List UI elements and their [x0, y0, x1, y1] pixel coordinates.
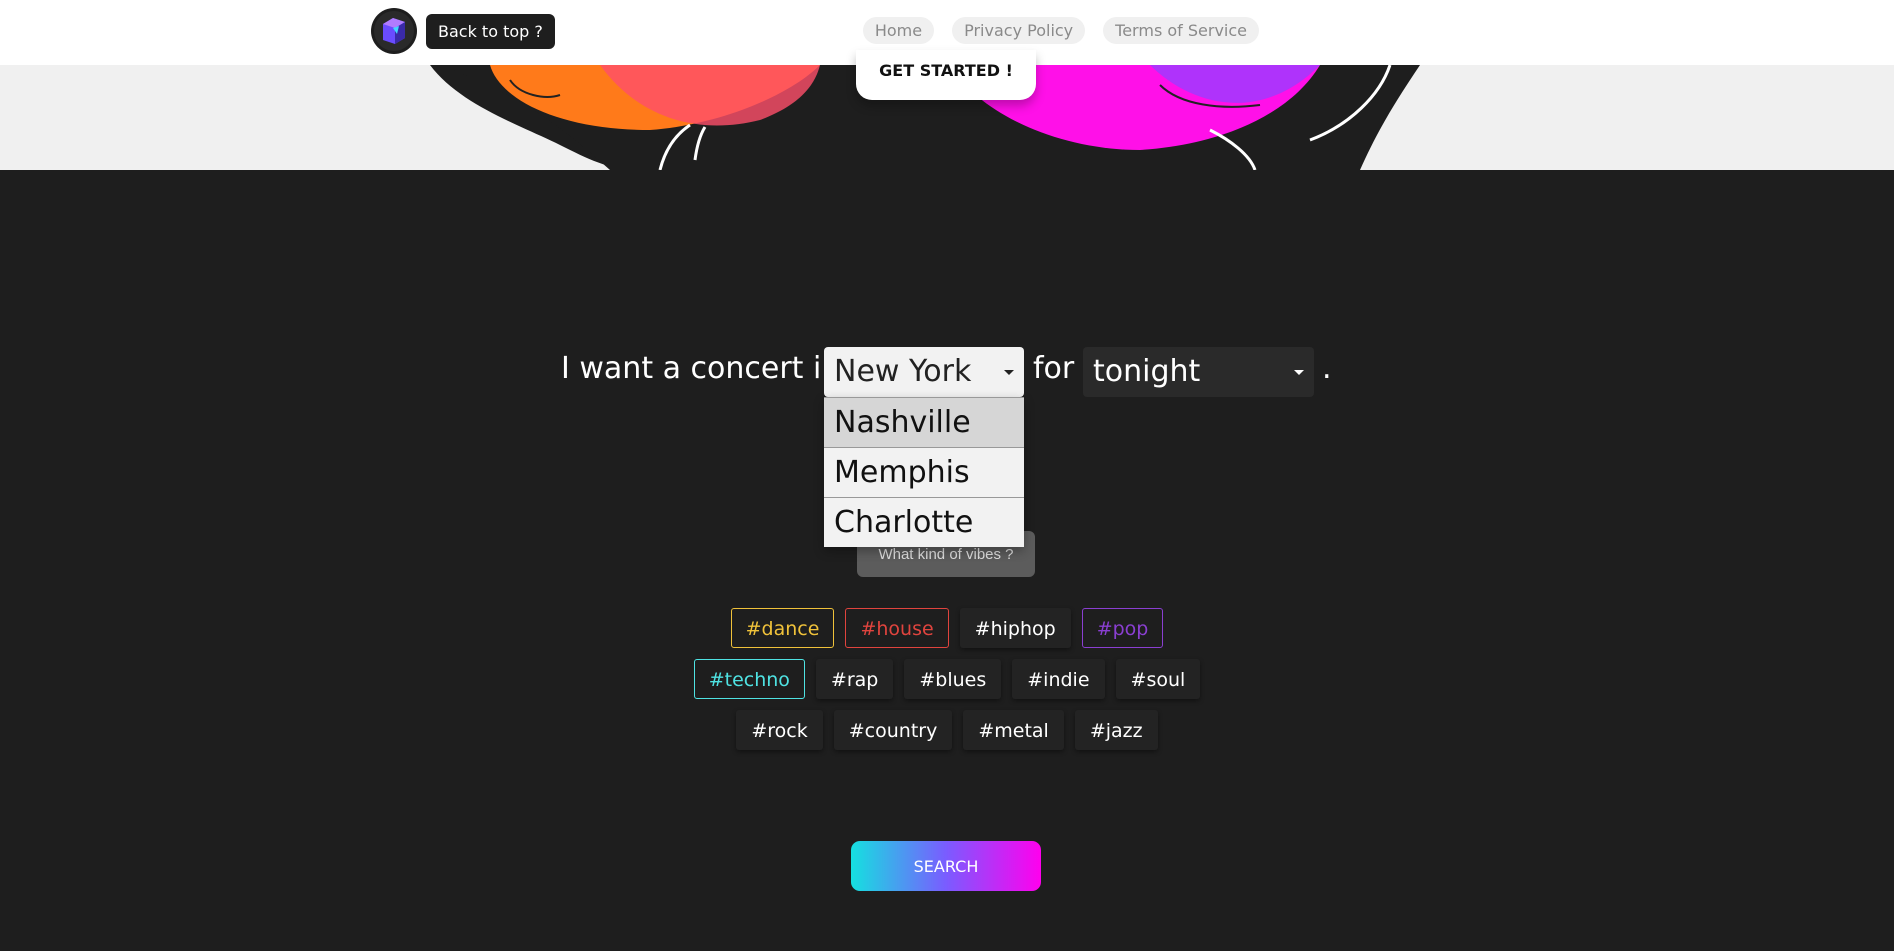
nav-privacy-link[interactable]: Privacy Policy	[952, 17, 1086, 44]
tag-dance[interactable]: #dance	[730, 608, 835, 648]
tag-indie[interactable]: #indie	[1012, 659, 1105, 699]
tag-row: #dance #house #hiphop #pop	[0, 608, 1894, 648]
chevron-down-icon	[1294, 370, 1304, 375]
nav-terms-link[interactable]: Terms of Service	[1103, 17, 1259, 44]
tag-soul[interactable]: #soul	[1115, 659, 1201, 699]
logo-icon[interactable]	[371, 8, 417, 54]
city-select[interactable]: New York	[824, 347, 1024, 397]
tag-blues[interactable]: #blues	[904, 659, 1002, 699]
query-middle: for	[1033, 351, 1075, 386]
query-prefix: I want a concert in	[561, 351, 841, 386]
city-dropdown-list: Nashville Memphis Charlotte	[824, 397, 1024, 547]
chevron-down-icon	[1004, 370, 1014, 375]
tag-house[interactable]: #house	[845, 608, 949, 648]
genre-tags: #dance #house #hiphop #pop #techno #rap #blues…	[0, 608, 1894, 761]
tag-row: #techno #rap #blues #indie #soul	[0, 659, 1894, 699]
back-to-top-button[interactable]: Back to top ?	[426, 14, 555, 49]
tag-pop[interactable]: #pop	[1081, 608, 1164, 648]
city-selected-value: New York	[834, 354, 972, 389]
top-nav: Home Privacy Policy Terms of Service	[862, 17, 1259, 44]
time-select[interactable]: tonight	[1083, 347, 1314, 397]
time-selected-value: tonight	[1093, 354, 1201, 389]
city-option-charlotte[interactable]: Charlotte	[824, 497, 1024, 547]
tag-hiphop[interactable]: #hiphop	[959, 608, 1071, 648]
tag-row: #rock #country #metal #jazz	[0, 710, 1894, 750]
tag-metal[interactable]: #metal	[963, 710, 1064, 750]
tag-techno[interactable]: #techno	[693, 659, 805, 699]
search-button[interactable]: SEARCH	[851, 841, 1041, 891]
query-sentence: I want a concert in New York for tonight…	[0, 347, 1894, 399]
get-started-button[interactable]: GET STARTED !	[856, 50, 1036, 100]
tag-country[interactable]: #country	[833, 710, 953, 750]
query-suffix: .	[1322, 351, 1332, 386]
tag-rock[interactable]: #rock	[736, 710, 823, 750]
city-option-memphis[interactable]: Memphis	[824, 447, 1024, 497]
city-option-nashville[interactable]: Nashville	[824, 397, 1024, 447]
nav-home-link[interactable]: Home	[862, 17, 935, 44]
tag-rap[interactable]: #rap	[815, 659, 894, 699]
tag-jazz[interactable]: #jazz	[1074, 710, 1158, 750]
